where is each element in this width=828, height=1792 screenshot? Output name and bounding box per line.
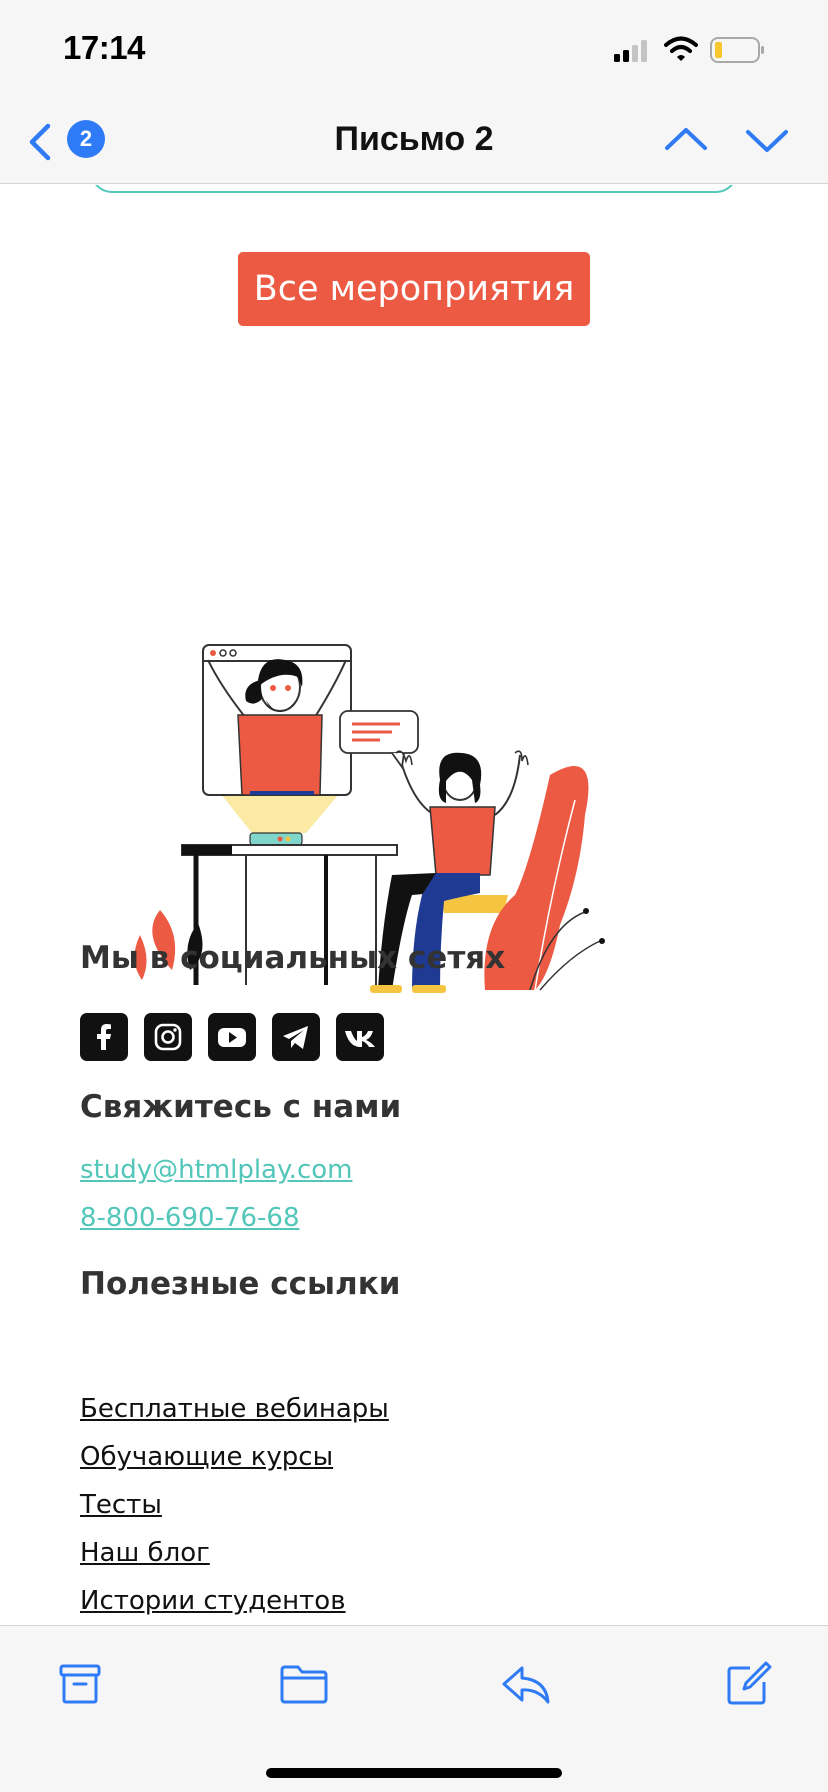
battery-icon xyxy=(710,37,764,63)
message-body[interactable]: Все мероприятия Мы в социальных сетях Св… xyxy=(0,185,828,1625)
all-events-button[interactable]: Все мероприятия xyxy=(238,252,590,326)
bottom-toolbar xyxy=(0,1625,828,1792)
telegram-icon xyxy=(283,1026,308,1049)
instagram-icon xyxy=(154,1023,182,1051)
status-time: 17:14 xyxy=(63,29,145,66)
vk-link[interactable] xyxy=(336,1013,384,1061)
next-message-button[interactable] xyxy=(744,120,794,160)
vk-icon xyxy=(345,1031,375,1047)
link-tests[interactable]: Тесты xyxy=(80,1481,389,1529)
compose-icon xyxy=(727,1661,772,1705)
facebook-link[interactable] xyxy=(80,1013,128,1061)
previous-block-edge xyxy=(90,185,738,193)
compose-button[interactable] xyxy=(720,1656,776,1712)
status-icons xyxy=(614,36,794,66)
wifi-icon xyxy=(664,36,698,61)
previous-message-button[interactable] xyxy=(663,120,713,160)
contact-phone-link[interactable]: 8-800-690-76-68 xyxy=(80,1203,300,1233)
link-courses[interactable]: Обучающие курсы xyxy=(80,1433,389,1481)
mail-message-screen: 17:14 2 Письмо 2 Все мероприятия Мы в со… xyxy=(0,0,828,1792)
previous-message-icon xyxy=(665,128,707,150)
youtube-icon xyxy=(218,1028,246,1047)
facebook-icon xyxy=(97,1024,111,1050)
youtube-link[interactable] xyxy=(208,1013,256,1061)
social-links xyxy=(80,1013,384,1061)
social-heading: Мы в социальных сетях xyxy=(80,940,506,976)
telegram-link[interactable] xyxy=(272,1013,320,1061)
reply-button[interactable] xyxy=(498,1656,554,1712)
useful-links-heading: Полезные ссылки xyxy=(80,1266,401,1302)
move-to-folder-icon xyxy=(280,1665,328,1704)
link-free-webinars[interactable]: Бесплатные вебинары xyxy=(80,1385,389,1433)
contact-email-link[interactable]: study@htmlplay.com xyxy=(80,1155,352,1185)
cellular-signal-icon xyxy=(614,40,647,62)
status-bar: 17:14 xyxy=(0,0,828,100)
archive-icon xyxy=(59,1664,101,1704)
instagram-link[interactable] xyxy=(144,1013,192,1061)
online-webinar-illustration xyxy=(134,644,605,993)
archive-button[interactable] xyxy=(52,1656,108,1712)
move-to-folder-button[interactable] xyxy=(276,1656,332,1712)
link-student-stories[interactable]: Истории студентов xyxy=(80,1577,389,1625)
reply-icon xyxy=(502,1666,550,1704)
link-blog[interactable]: Наш блог xyxy=(80,1529,389,1577)
contacts-heading: Свяжитесь с нами xyxy=(80,1089,402,1125)
useful-links-list: Бесплатные вебинары Обучающие курсы Тест… xyxy=(80,1385,389,1625)
navigation-bar: 2 Письмо 2 xyxy=(0,100,828,184)
next-message-icon xyxy=(746,130,788,152)
home-indicator[interactable] xyxy=(266,1768,562,1778)
